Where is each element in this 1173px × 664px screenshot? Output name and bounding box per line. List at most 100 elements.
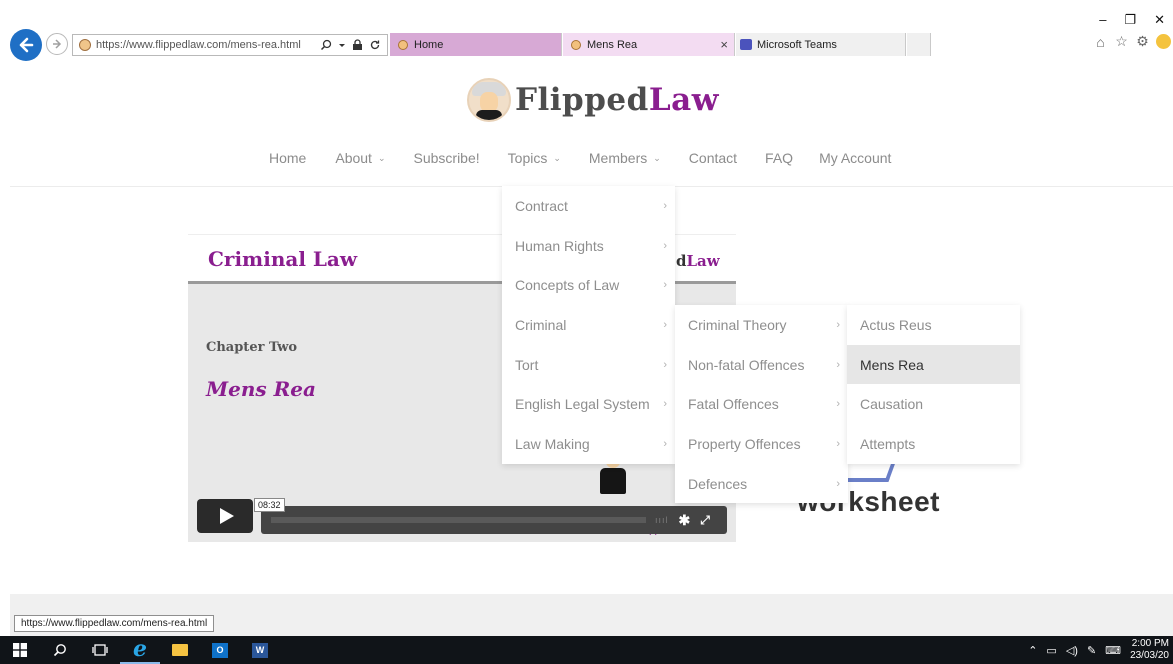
chevron-right-icon: › [836,318,840,331]
play-button[interactable] [197,499,253,533]
menu-item-criminal[interactable]: Criminal › [502,305,675,345]
arrow-right-icon [53,39,62,49]
menu-item-concepts-of-law[interactable]: Concepts of Law › [502,265,675,305]
outlook-taskbar-button[interactable]: O [200,636,240,664]
chevron-right-icon: › [663,437,667,450]
menu-item-actus-reus[interactable]: Actus Reus [847,305,1020,345]
worksheet-graphic [844,462,896,482]
home-icon[interactable]: ⌂ [1093,34,1108,50]
brand-part-law: Law [648,82,719,118]
task-view-button[interactable] [80,636,120,664]
network-icon[interactable]: ▭ [1046,644,1056,657]
fullscreen-icon[interactable]: ⤢ [700,513,710,528]
menu-item-criminal-theory[interactable]: Criminal Theory › [675,305,848,345]
taskbar-search-button[interactable] [40,636,80,664]
search-icon [53,644,66,657]
minimize-button[interactable]: – [1099,12,1106,28]
menu-item-english-legal-system[interactable]: English Legal System › [502,384,675,424]
forward-button[interactable] [46,33,68,55]
video-time-tooltip: 08:32 [254,498,285,512]
close-tab-icon[interactable]: × [720,37,728,52]
volume-icon[interactable]: ıııl [655,515,669,525]
nav-topics[interactable]: Topics ⌄ [508,150,561,166]
nav-subscribe[interactable]: Subscribe! [414,150,480,166]
menu-item-fatal-offences[interactable]: Fatal Offences › [675,384,848,424]
nav-label: Members [588,150,648,166]
chevron-right-icon: › [836,398,840,411]
menu-item-defences[interactable]: Defences › [675,464,848,504]
tab-microsoft-teams[interactable]: Microsoft Teams [736,33,906,56]
criminal-submenu: Criminal Theory › Non-fatal Offences › Fat… [675,305,848,504]
nav-my-account[interactable]: My Account [819,150,891,166]
tab-mens-rea[interactable]: Mens Rea × [563,33,735,56]
feedback-smiley-icon[interactable] [1156,34,1171,49]
window-controls: – ❐ ✕ [1099,12,1173,28]
video-topic: Mens Rea [206,377,316,401]
nav-faq[interactable]: FAQ [765,150,793,166]
search-icon[interactable] [320,39,332,51]
new-tab-button[interactable] [907,33,931,56]
task-view-icon [92,644,108,656]
nav-label: My Account [819,150,892,166]
menu-item-contract[interactable]: Contract › [502,186,675,226]
address-bar[interactable]: https://www.flippedlaw.com/mens-rea.html [72,34,388,56]
outlook-icon: O [212,642,228,658]
video-controls: ıııl ✱ ⤢ [261,506,727,534]
tab-home[interactable]: Home [390,33,562,56]
nav-members[interactable]: Members ⌄ [589,150,661,166]
keyboard-icon[interactable]: ⌨ [1105,644,1121,657]
judge-avatar-icon [467,78,511,122]
restore-button[interactable]: ❐ [1124,12,1136,28]
nav-label: Home [269,150,307,166]
menu-item-law-making[interactable]: Law Making › [502,424,675,464]
arrow-left-icon [19,37,34,53]
menu-item-human-rights[interactable]: Human Rights › [502,226,675,266]
teams-icon [740,39,752,50]
nav-about[interactable]: About ⌄ [335,150,385,166]
tab-label: Microsoft Teams [757,38,837,51]
nav-home[interactable]: Home [269,150,306,166]
criminal-theory-submenu: Actus Reus Mens Rea Causation Attempts [847,305,1020,464]
chevron-up-icon[interactable]: ⌃ [1028,644,1037,657]
menu-item-mens-rea[interactable]: Mens Rea [847,344,1020,385]
menu-item-attempts[interactable]: Attempts [847,424,1020,464]
video-heading: Criminal Law [208,247,358,271]
refresh-icon[interactable] [369,39,381,51]
video-settings-icon[interactable]: ✱ [679,512,691,529]
browser-chrome: https://www.flippedlaw.com/mens-rea.html… [0,0,1173,64]
menu-item-property-offences[interactable]: Property Offences › [675,424,848,464]
word-taskbar-button[interactable]: W [240,636,280,664]
menu-item-causation[interactable]: Causation [847,384,1020,424]
address-url[interactable]: https://www.flippedlaw.com/mens-rea.html [96,39,320,51]
volume-icon[interactable]: ◁) [1066,644,1078,657]
settings-gear-icon[interactable]: ⚙ [1135,33,1150,49]
menu-item-non-fatal-offences[interactable]: Non-fatal Offences › [675,345,848,385]
folder-icon [172,644,188,656]
chevron-right-icon: › [663,398,667,411]
word-icon: W [252,642,268,658]
seek-bar[interactable] [271,517,646,523]
back-button[interactable] [10,29,42,61]
close-window-button[interactable]: ✕ [1154,12,1165,28]
tab-label: Home [414,38,444,51]
lock-icon[interactable] [352,39,363,51]
dropdown-arrow-icon[interactable] [338,39,346,51]
chevron-right-icon: › [663,318,667,331]
site-logo[interactable]: FlippedLaw [467,78,719,122]
favorites-star-icon[interactable]: ☆ [1114,33,1129,49]
status-bar-url: https://www.flippedlaw.com/mens-rea.html [14,615,215,632]
chevron-right-icon: › [663,358,667,371]
start-button[interactable] [0,636,40,664]
pen-icon[interactable]: ✎ [1087,644,1096,657]
menu-item-tort[interactable]: Tort › [502,345,675,385]
browser-toolbar: ⌂ ☆ ⚙ [1093,33,1173,50]
clock-date: 23/03/20 [1130,650,1169,661]
site-favicon-icon [398,39,408,50]
internet-explorer-taskbar-icon[interactable]: e [120,636,160,664]
nav-label: About [335,150,372,166]
nav-label: Contact [688,150,738,166]
nav-contact[interactable]: Contact [689,150,737,166]
chevron-right-icon: › [836,477,840,490]
clock[interactable]: 2:00 PM 23/03/20 [1130,638,1169,662]
file-explorer-taskbar-button[interactable] [160,636,200,664]
